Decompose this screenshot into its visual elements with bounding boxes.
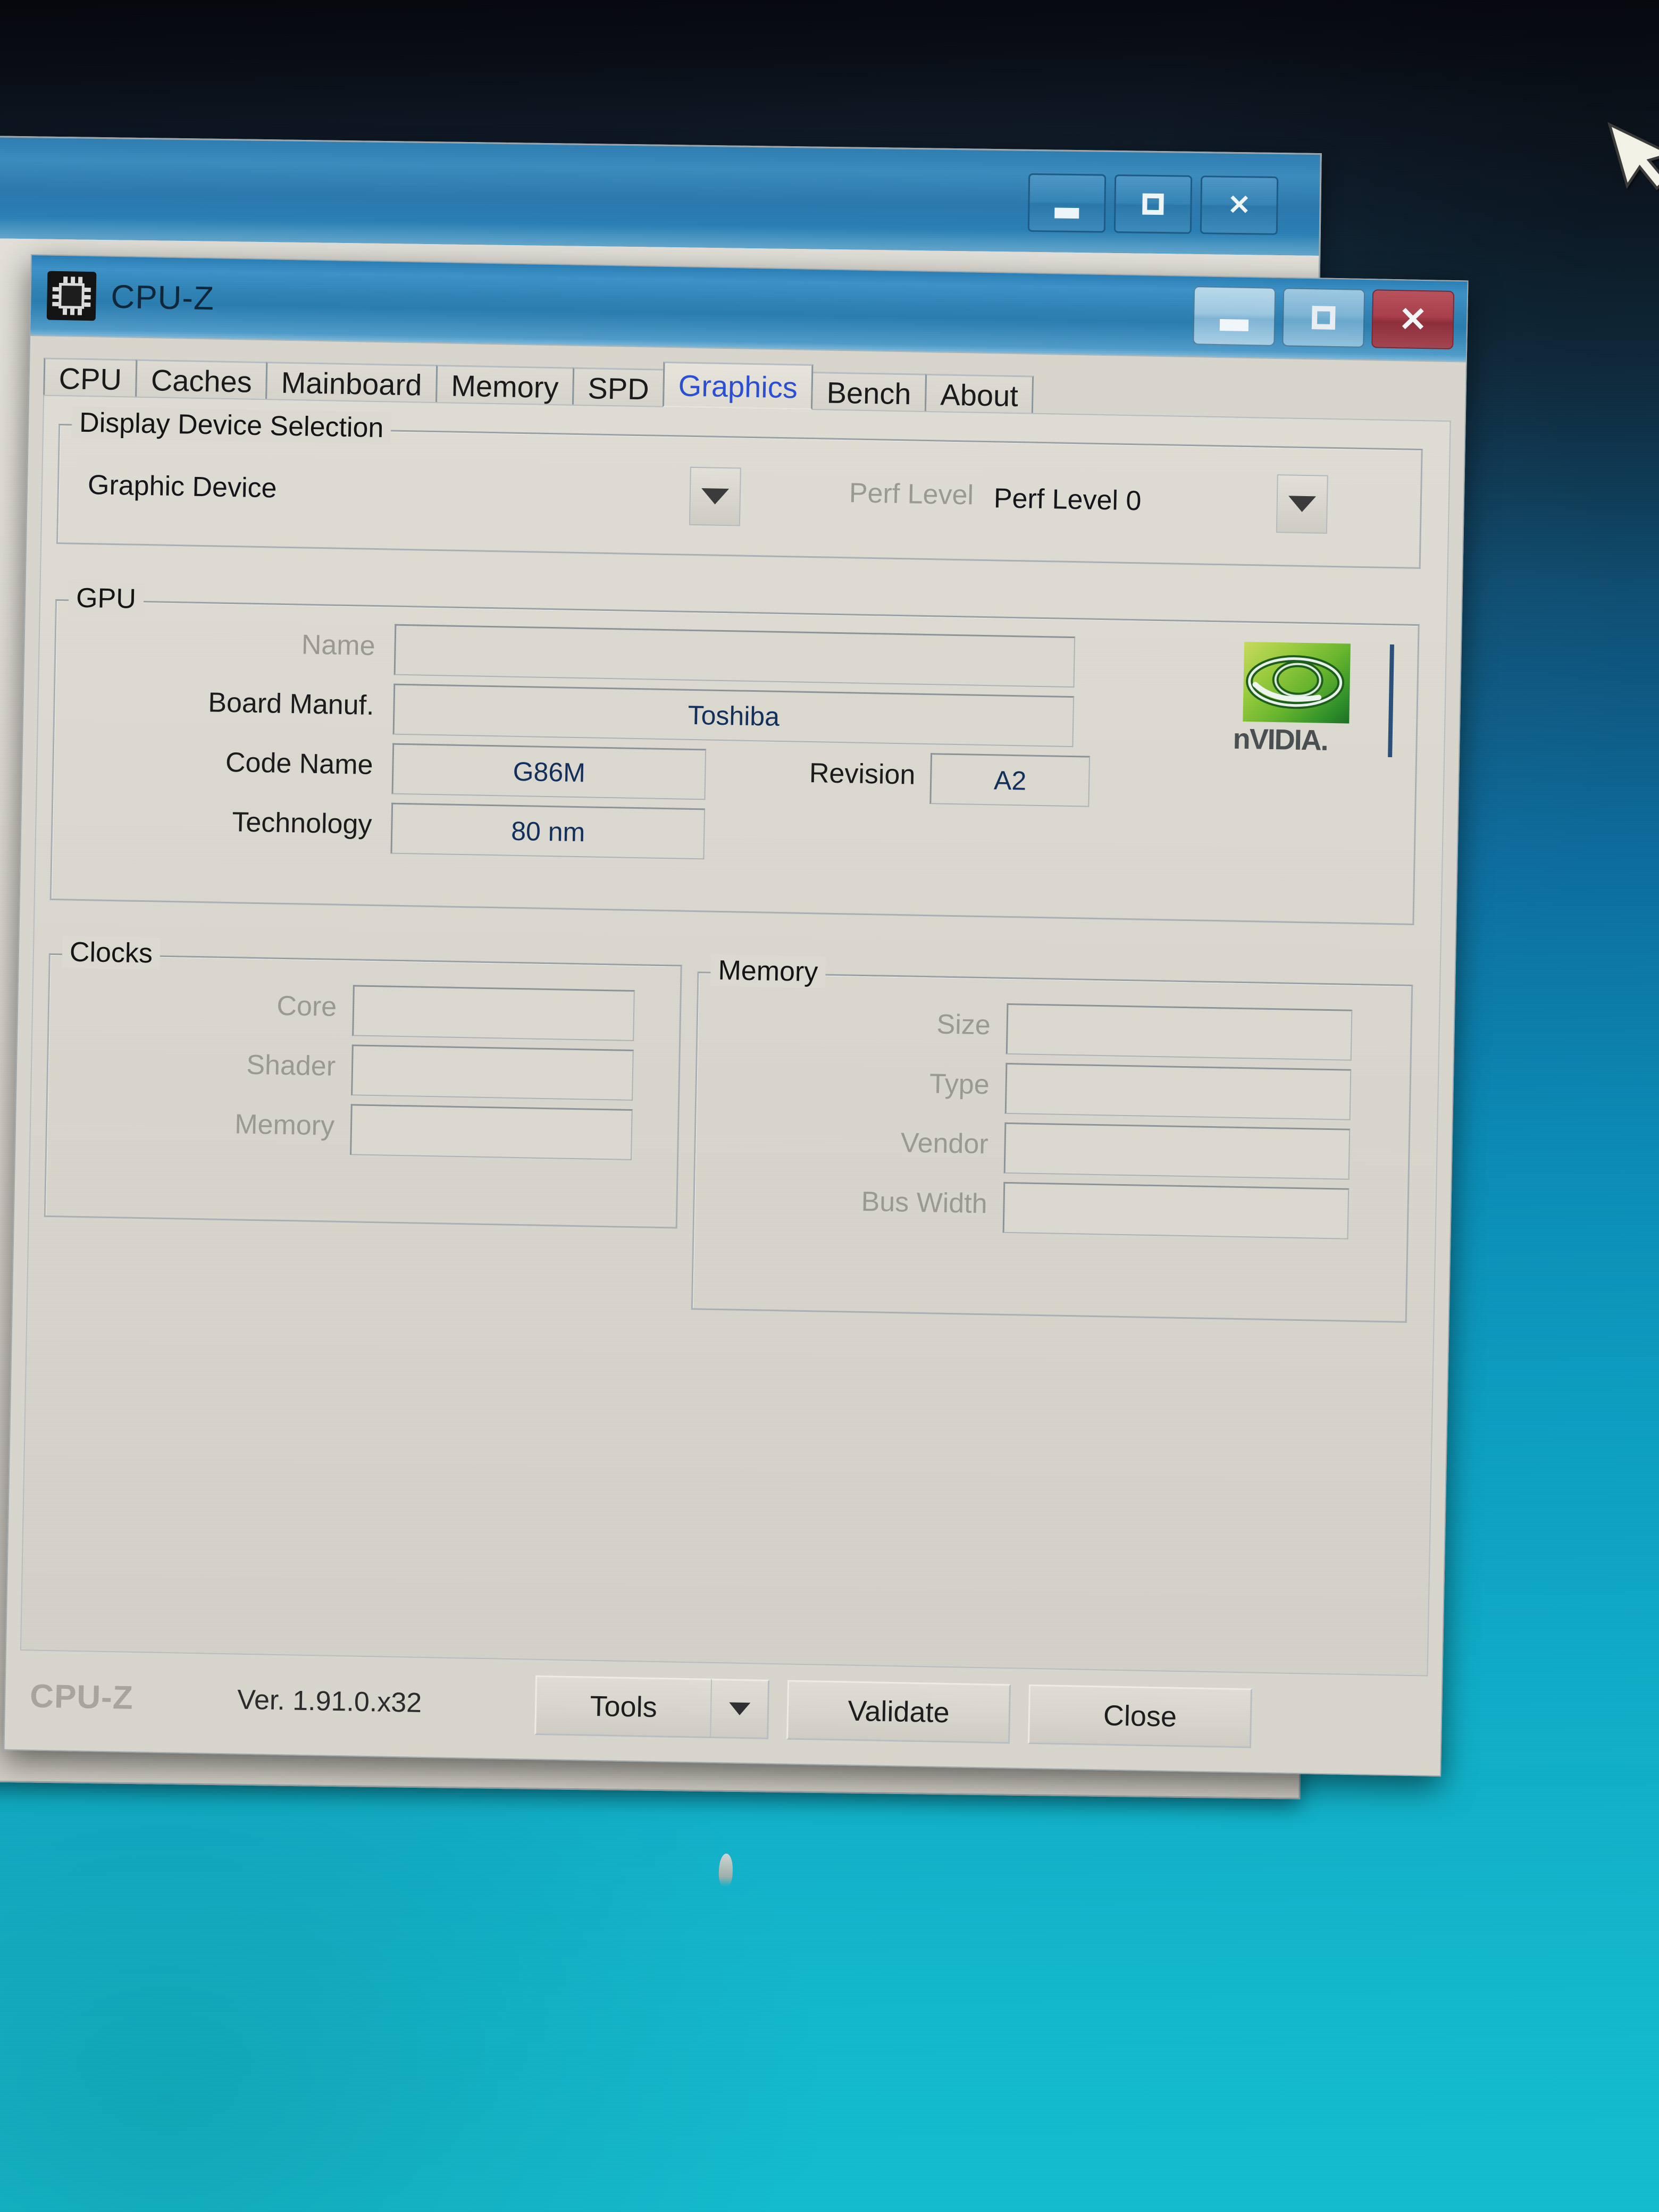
display-device-selection-legend: Display Device Selection: [71, 406, 391, 445]
background-close-button[interactable]: ✕: [1200, 175, 1279, 235]
tab-caches[interactable]: Caches: [135, 359, 268, 400]
chevron-down-icon[interactable]: [1276, 474, 1328, 534]
background-maximize-button[interactable]: [1113, 174, 1193, 234]
gpu-revision-value: A2: [929, 753, 1091, 807]
memory-size-label: Size: [936, 1009, 991, 1041]
chevron-down-icon[interactable]: [689, 466, 741, 526]
graphic-device-combo-value: Graphic Device: [87, 470, 278, 504]
tab-about[interactable]: About: [924, 373, 1034, 414]
maximize-button[interactable]: [1282, 288, 1365, 348]
close-dialog-button[interactable]: Close: [1027, 1684, 1252, 1748]
gpu-revision-label: Revision: [809, 757, 916, 791]
display-device-selection-group: Display Device Selection Graphic Device …: [56, 406, 1423, 569]
close-icon: ✕: [1227, 189, 1251, 221]
gpu-group: GPU Name Board Manuf. Toshiba Code Name …: [49, 582, 1420, 925]
minimize-icon: [1219, 319, 1249, 331]
cpu-chip-icon: [46, 271, 97, 321]
tab-memory[interactable]: Memory: [435, 364, 575, 406]
background-minimize-button[interactable]: [1027, 173, 1107, 233]
gpu-board-manuf-value: Toshiba: [392, 683, 1075, 748]
clocks-memory-value: [350, 1104, 633, 1160]
gpu-technology-label: Technology: [231, 807, 372, 840]
tools-button[interactable]: Tools: [534, 1675, 711, 1738]
graphic-device-combo[interactable]: Graphic Device: [77, 453, 743, 529]
cpuz-logo-text: CPU-Z: [29, 1677, 134, 1716]
gpu-code-name-value: G86M: [391, 743, 707, 800]
tab-bench[interactable]: Bench: [811, 371, 927, 412]
cpuz-window[interactable]: CPU-Z ✕ CPU Caches Mainboard Memory SPD …: [3, 254, 1469, 1777]
memory-type-label: Type: [929, 1068, 990, 1101]
gpu-code-name-label: Code Name: [225, 747, 374, 781]
clocks-core-label: Core: [276, 990, 337, 1023]
clocks-memory-label: Memory: [234, 1109, 335, 1142]
perf-level-label: Perf Level: [849, 477, 974, 511]
clocks-legend: Clocks: [62, 936, 161, 970]
version-label: Ver. 1.91.0.x32: [237, 1684, 422, 1719]
screen-artifact: [718, 1853, 734, 1887]
tab-cpu[interactable]: CPU: [43, 357, 138, 398]
memory-bus-width-value: [1002, 1182, 1350, 1239]
memory-bus-width-label: Bus Width: [861, 1186, 988, 1220]
minimize-icon: [1054, 207, 1079, 219]
tab-spd[interactable]: SPD: [572, 367, 665, 407]
perf-level-combo[interactable]: Perf Level 0: [983, 466, 1330, 536]
tab-mainboard[interactable]: Mainboard: [265, 362, 438, 404]
window-title: CPU-Z: [110, 278, 215, 317]
clocks-shader-label: Shader: [246, 1049, 336, 1082]
gpu-legend: GPU: [68, 582, 144, 615]
tab-graphics[interactable]: Graphics: [663, 361, 814, 410]
memory-size-value: [1006, 1003, 1353, 1061]
memory-type-value: [1004, 1062, 1352, 1120]
gpu-name-value: [393, 624, 1076, 688]
clocks-shader-value: [351, 1044, 634, 1101]
close-icon: ✕: [1398, 300, 1428, 339]
clocks-group: Clocks Core Shader Memory: [44, 936, 682, 1229]
perf-level-combo-value: Perf Level 0: [993, 483, 1142, 517]
memory-group: Memory Size Type Vendor Bus Width: [691, 954, 1413, 1323]
close-button[interactable]: ✕: [1371, 289, 1455, 350]
minimize-button[interactable]: [1193, 286, 1276, 346]
memory-vendor-label: Vendor: [900, 1127, 989, 1160]
chevron-down-icon: [728, 1702, 750, 1716]
memory-vendor-value: [1003, 1122, 1351, 1180]
tools-dropdown-button[interactable]: [710, 1678, 770, 1739]
memory-legend: Memory: [710, 954, 826, 988]
nvidia-logo-icon: nVIDIA.: [1233, 641, 1394, 758]
gpu-board-manuf-label: Board Manuf.: [207, 687, 375, 721]
maximize-icon: [1311, 306, 1336, 330]
maximize-icon: [1142, 193, 1164, 215]
screenshot-root: ✕ e CPU-Z: [0, 0, 1659, 2212]
gpu-technology-value: 80 nm: [390, 802, 706, 860]
window-controls: ✕: [1193, 286, 1455, 350]
nvidia-wordmark: nVIDIA.: [1233, 723, 1328, 757]
gpu-name-label: Name: [301, 629, 376, 661]
background-window-controls: ✕: [1027, 173, 1279, 235]
validate-button[interactable]: Validate: [786, 1680, 1011, 1744]
clocks-core-value: [352, 985, 635, 1042]
graphics-tab-panel: Display Device Selection Graphic Device …: [20, 395, 1451, 1677]
